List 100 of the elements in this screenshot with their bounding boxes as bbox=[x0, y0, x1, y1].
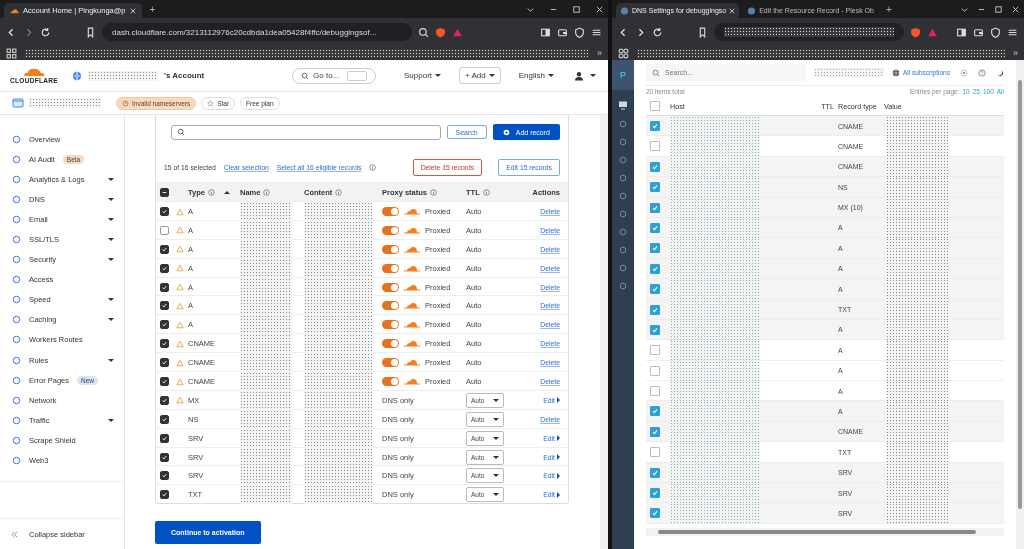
support-menu[interactable]: Support bbox=[400, 69, 446, 82]
toggle-switch[interactable] bbox=[382, 282, 399, 292]
search-field[interactable] bbox=[171, 124, 441, 140]
toggle-switch[interactable] bbox=[382, 263, 399, 273]
row-checkbox[interactable] bbox=[650, 182, 660, 193]
row-checkbox[interactable] bbox=[650, 324, 660, 335]
scrollbar[interactable] bbox=[646, 527, 1004, 536]
row-checkbox[interactable] bbox=[650, 386, 660, 397]
row-checkbox[interactable] bbox=[650, 121, 660, 131]
row-checkbox[interactable] bbox=[650, 263, 660, 274]
apps-icon[interactable] bbox=[6, 47, 17, 59]
row-checkbox[interactable] bbox=[160, 244, 169, 254]
row-checkbox[interactable] bbox=[650, 345, 660, 356]
row-checkbox[interactable] bbox=[160, 225, 169, 235]
row-checkbox[interactable] bbox=[160, 282, 169, 292]
toggle-switch[interactable] bbox=[382, 225, 399, 235]
select-all-checkbox[interactable] bbox=[650, 101, 660, 111]
row-checkbox[interactable] bbox=[650, 488, 660, 499]
wallet-icon[interactable] bbox=[973, 26, 984, 38]
row-checkbox[interactable] bbox=[650, 141, 660, 152]
shield-icon[interactable] bbox=[990, 26, 1001, 38]
circle-icon[interactable] bbox=[619, 138, 627, 146]
bookmark-icon[interactable] bbox=[697, 26, 708, 38]
help-icon[interactable] bbox=[977, 68, 986, 77]
more-bookmarks-button[interactable]: » bbox=[1013, 48, 1018, 58]
select-all-checkbox[interactable] bbox=[160, 187, 169, 197]
circle-icon[interactable] bbox=[619, 156, 627, 164]
sidebar-icon[interactable] bbox=[540, 26, 551, 38]
triangle-icon[interactable] bbox=[927, 26, 938, 38]
row-checkbox[interactable] bbox=[160, 490, 169, 500]
circle-icon[interactable] bbox=[619, 228, 627, 236]
toggle-switch[interactable] bbox=[382, 207, 399, 216]
close-icon[interactable] bbox=[1011, 4, 1020, 14]
circle-icon[interactable] bbox=[619, 192, 627, 200]
shield-icon[interactable] bbox=[574, 26, 585, 38]
row-checkbox[interactable] bbox=[650, 467, 660, 478]
toggle-switch[interactable] bbox=[382, 339, 399, 349]
toggle-switch[interactable] bbox=[382, 301, 399, 311]
row-checkbox[interactable] bbox=[650, 243, 660, 254]
gear-icon[interactable] bbox=[959, 68, 968, 77]
address-bar[interactable]: dash.cloudflare.com/3213112976c20cdbda1dea05428f4ffc/debuggingsof... bbox=[102, 23, 412, 41]
monitor-icon[interactable] bbox=[618, 100, 628, 110]
row-checkbox[interactable] bbox=[160, 320, 169, 330]
triangle-icon[interactable] bbox=[452, 26, 463, 38]
row-checkbox[interactable] bbox=[160, 471, 169, 481]
apps-icon[interactable] bbox=[618, 47, 629, 59]
row-checkbox[interactable] bbox=[650, 447, 660, 458]
close-icon[interactable] bbox=[729, 7, 736, 14]
row-checkbox[interactable] bbox=[650, 284, 660, 295]
circle-icon[interactable] bbox=[619, 282, 627, 290]
row-checkbox[interactable] bbox=[160, 452, 169, 462]
new-tab-button[interactable]: + bbox=[881, 3, 896, 15]
scrollbar[interactable] bbox=[600, 115, 608, 549]
circle-icon[interactable] bbox=[619, 264, 627, 272]
language-menu[interactable]: English bbox=[514, 69, 558, 82]
row-checkbox[interactable] bbox=[650, 508, 660, 519]
close-icon[interactable] bbox=[595, 4, 604, 14]
wallet-icon[interactable] bbox=[557, 26, 568, 38]
sort-icon[interactable] bbox=[223, 190, 230, 194]
user-icon[interactable] bbox=[574, 70, 584, 81]
circle-icon[interactable] bbox=[619, 246, 627, 254]
row-checkbox[interactable] bbox=[160, 207, 169, 216]
row-checkbox[interactable] bbox=[160, 339, 169, 349]
toggle-switch[interactable] bbox=[382, 377, 399, 386]
row-checkbox[interactable] bbox=[160, 301, 169, 311]
circle-icon bbox=[12, 295, 21, 305]
row-checkbox[interactable] bbox=[650, 161, 660, 172]
reload-icon[interactable] bbox=[40, 26, 51, 38]
new-tab-button[interactable]: + bbox=[145, 3, 160, 15]
circle-icon[interactable] bbox=[619, 120, 627, 128]
row-checkbox[interactable] bbox=[160, 377, 169, 386]
bookmark-icon[interactable] bbox=[85, 26, 96, 38]
maximize-icon[interactable] bbox=[994, 4, 1003, 14]
close-icon[interactable] bbox=[129, 7, 136, 14]
toggle-switch[interactable] bbox=[382, 358, 399, 368]
shield-icon[interactable] bbox=[910, 26, 921, 38]
sidebar-icon[interactable] bbox=[956, 26, 967, 38]
row-checkbox[interactable] bbox=[650, 222, 660, 233]
row-checkbox[interactable] bbox=[650, 406, 660, 417]
row-checkbox[interactable] bbox=[650, 202, 660, 213]
circle-icon[interactable] bbox=[619, 174, 627, 182]
more-bookmarks-button[interactable]: » bbox=[597, 48, 602, 58]
shield-icon[interactable] bbox=[435, 26, 446, 38]
zoom-icon[interactable] bbox=[418, 26, 429, 38]
row-checkbox[interactable] bbox=[160, 433, 169, 443]
add-menu[interactable]: + Add bbox=[459, 67, 501, 84]
row-checkbox[interactable] bbox=[650, 304, 660, 315]
toggle-switch[interactable] bbox=[382, 320, 399, 330]
reload-icon[interactable] bbox=[652, 26, 663, 38]
circle-icon[interactable] bbox=[619, 210, 627, 218]
row-checkbox[interactable] bbox=[650, 365, 660, 376]
row-checkbox[interactable] bbox=[160, 358, 169, 368]
row-checkbox[interactable] bbox=[160, 414, 169, 424]
row-checkbox[interactable] bbox=[650, 426, 660, 437]
toggle-switch[interactable] bbox=[382, 244, 399, 254]
address-bar[interactable] bbox=[714, 23, 904, 41]
scrollbar[interactable] bbox=[1016, 60, 1024, 549]
row-checkbox[interactable] bbox=[160, 395, 169, 405]
maximize-icon[interactable] bbox=[572, 4, 581, 14]
row-checkbox[interactable] bbox=[160, 263, 169, 273]
